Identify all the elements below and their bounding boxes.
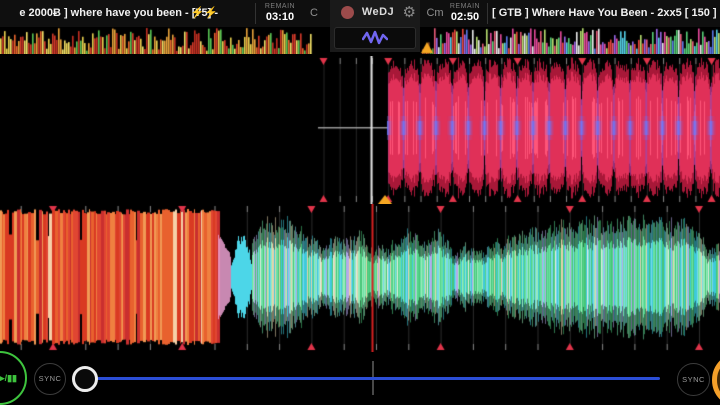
lightning-bolts-icon: ⚡⚡ [191, 0, 218, 27]
deck-right-overview-waveform[interactable] [420, 27, 720, 54]
deck-right-zoom-waveform[interactable] [0, 56, 720, 204]
waveform-icon [362, 30, 388, 46]
deck-left-sync-button[interactable]: SYNC [34, 363, 66, 395]
deck-left-zoom-waveform[interactable] [0, 204, 720, 352]
deck-left-play-pause-button[interactable]: ▶/▮▮ [0, 351, 27, 405]
deck-right-remain-time: 02:50 [444, 11, 486, 24]
center-panel: WeDJ ⚙ [330, 0, 420, 52]
deck-left-key: C [302, 0, 326, 27]
deck-left-overview-waveform[interactable] [0, 27, 330, 54]
app-logo: WeDJ [359, 0, 397, 25]
deck-left-track-title[interactable]: e 2000Ƀ ] where have you been - [75] - ⚡… [0, 0, 218, 27]
crossfader-knob[interactable] [72, 366, 98, 392]
crossfader-track[interactable] [97, 377, 660, 380]
gear-icon[interactable]: ⚙ [403, 0, 416, 25]
deck-right-sync-button[interactable]: SYNC [677, 363, 710, 396]
deck-left-remain-label: REMAIN [254, 2, 306, 11]
play-pause-icon: ▶/▮▮ [0, 353, 17, 403]
record-button[interactable] [341, 6, 354, 19]
deck-left-remain-display[interactable]: REMAIN 03:10 [254, 2, 306, 26]
deck-left-remain-time: 03:10 [254, 11, 306, 24]
wedj-app: e 2000Ƀ ] where have you been - [75] - ⚡… [0, 0, 720, 405]
deck-right-remain-label: REMAIN [444, 2, 486, 11]
waveform-view-button[interactable] [334, 27, 416, 49]
deck-right-title-text: [ GTB ] Where Have You Been - 2xx5 [ 150… [492, 0, 720, 27]
divider [487, 3, 488, 24]
deck-right-track-title[interactable]: [ GTB ] Where Have You Been - 2xx5 [ 150… [492, 0, 720, 27]
deck-left-title-text: e 2000Ƀ ] where have you been - [75] - [19, 0, 218, 27]
deck-right-remain-display[interactable]: REMAIN 02:50 [444, 2, 486, 26]
deck-right-play-button[interactable] [712, 352, 720, 405]
